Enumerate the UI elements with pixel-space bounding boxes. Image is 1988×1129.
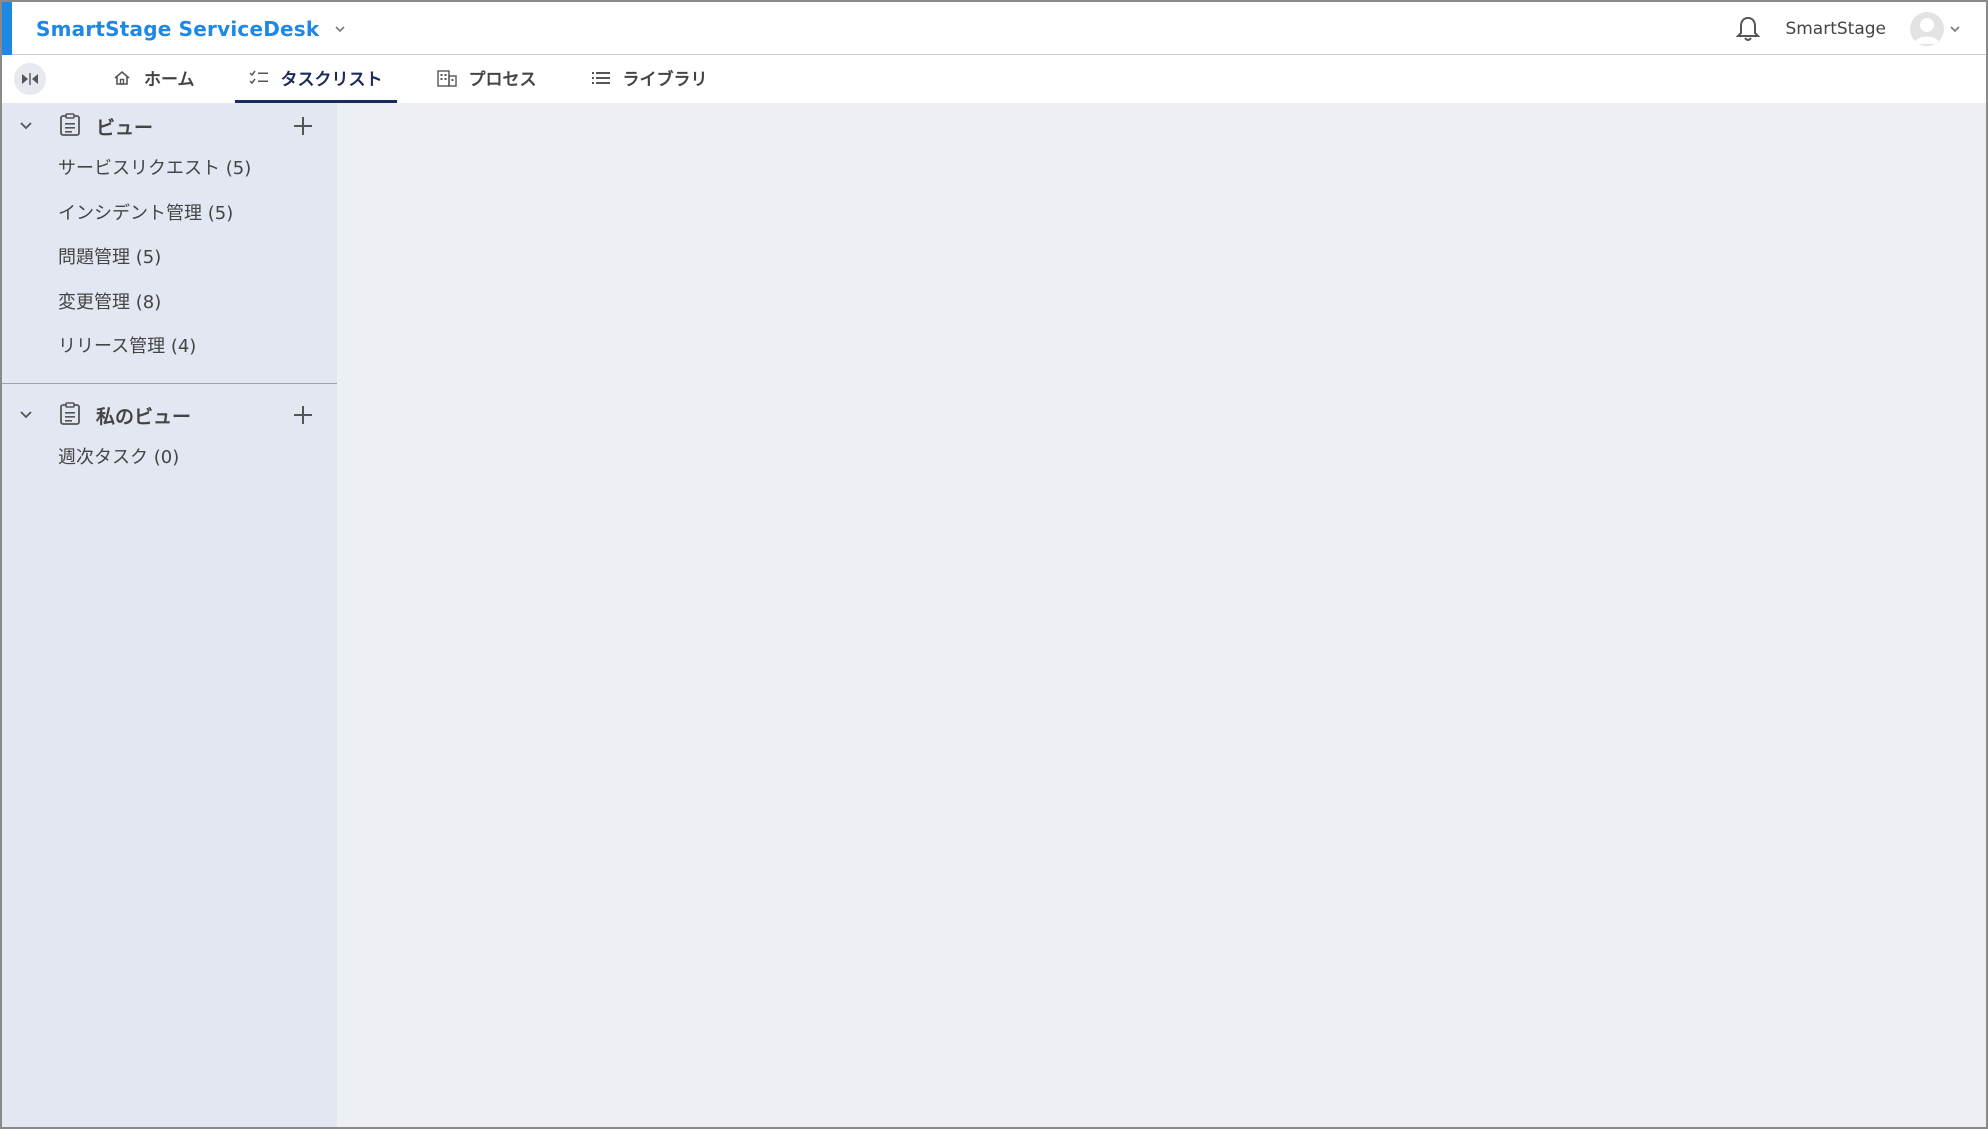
app-window: SmartStage ServiceDesk SmartStage ホーム タス… — [0, 0, 1988, 1129]
clipboard-icon — [58, 401, 82, 426]
section-header: ビュー — [2, 103, 337, 147]
sidebar-item-weekly-tasks[interactable]: 週次タスク (0) — [2, 436, 337, 481]
app-title: SmartStage ServiceDesk — [36, 17, 320, 41]
collapse-arrows-icon — [22, 73, 38, 85]
tab-process[interactable]: プロセス — [423, 55, 551, 103]
tab-label: ホーム — [144, 70, 195, 90]
sidebar-item-service-request[interactable]: サービスリクエスト (5) — [2, 147, 337, 192]
sidebar-collapse-button[interactable] — [14, 63, 46, 95]
list-icon — [591, 68, 611, 88]
plus-icon — [294, 405, 312, 424]
chevron-down-icon — [335, 26, 345, 33]
section-divider — [2, 382, 337, 384]
building-icon — [436, 68, 457, 88]
checklist-icon — [248, 68, 269, 88]
add-view-button[interactable] — [289, 112, 317, 140]
plus-icon — [294, 117, 312, 135]
sidebar-item-incident[interactable]: インシデント管理 (5) — [2, 192, 337, 237]
add-my-view-button[interactable] — [289, 401, 317, 429]
sidebar-item-change[interactable]: 変更管理 (8) — [2, 281, 337, 326]
tab-tasklist[interactable]: タスクリスト — [234, 55, 397, 103]
main-tabs: ホーム タスクリスト プロセス ライブラリ — [98, 55, 748, 103]
sidebar-section-my-views: 私のビュー 週次タスク (0) — [2, 392, 337, 481]
chevron-down-icon — [1950, 25, 1960, 32]
tab-label: ライブラリ — [622, 70, 708, 90]
sidebar: ビュー サービスリクエスト (5) インシデント管理 (5) 問題管理 (5) … — [2, 103, 337, 1127]
user-menu[interactable] — [1910, 11, 1962, 46]
bell-icon[interactable] — [1733, 14, 1763, 44]
section-header: 私のビュー — [2, 392, 337, 436]
tab-home[interactable]: ホーム — [98, 55, 209, 103]
brand-accent-bar — [2, 2, 12, 55]
main-content — [337, 103, 1986, 1127]
user-avatar-icon — [1910, 11, 1944, 46]
tab-bar: ホーム タスクリスト プロセス ライブラリ — [2, 55, 1986, 103]
app-switcher[interactable]: SmartStage ServiceDesk — [36, 14, 347, 44]
clipboard-icon — [58, 113, 82, 137]
tab-label: タスクリスト — [280, 70, 383, 90]
header-right: SmartStage — [1733, 2, 1962, 55]
sidebar-section-views: ビュー サービスリクエスト (5) インシデント管理 (5) 問題管理 (5) … — [2, 103, 337, 370]
top-bar: SmartStage ServiceDesk SmartStage — [2, 2, 1986, 55]
tab-library[interactable]: ライブラリ — [577, 55, 722, 103]
section-title: 私のビュー — [96, 405, 192, 428]
chevron-down-icon[interactable] — [16, 115, 36, 135]
sidebar-item-release[interactable]: リリース管理 (4) — [2, 325, 337, 370]
home-icon — [112, 68, 132, 88]
section-title: ビュー — [96, 117, 154, 139]
username[interactable]: SmartStage — [1785, 19, 1886, 39]
chevron-down-icon[interactable] — [16, 404, 36, 424]
sidebar-item-problem[interactable]: 問題管理 (5) — [2, 236, 337, 281]
tab-label: プロセス — [468, 70, 537, 90]
